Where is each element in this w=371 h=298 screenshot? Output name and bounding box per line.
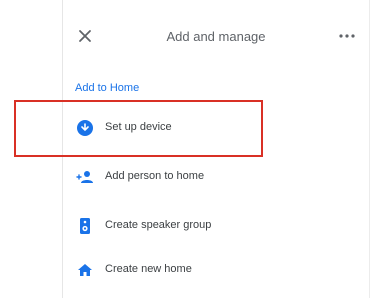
menu-item-label: Set up device bbox=[105, 121, 172, 133]
home-icon bbox=[78, 264, 92, 276]
speaker-group-icon bbox=[80, 218, 90, 234]
panel-header: Add and manage bbox=[63, 0, 369, 74]
more-options-button[interactable] bbox=[335, 26, 359, 46]
add-and-manage-panel: Add and manage Add to Home Set up device… bbox=[62, 0, 370, 298]
more-options-icon bbox=[339, 34, 355, 38]
add-person-icon bbox=[76, 171, 93, 183]
menu-item-create-new-home[interactable]: Create new home bbox=[63, 252, 369, 288]
menu-item-add-person[interactable]: Add person to home bbox=[63, 159, 369, 195]
menu-item-label: Create new home bbox=[105, 263, 192, 275]
menu-item-create-speaker-group[interactable]: Create speaker group bbox=[63, 208, 369, 244]
setup-device-icon bbox=[77, 120, 93, 136]
menu-item-set-up-device[interactable]: Set up device bbox=[63, 110, 369, 146]
section-title-add-to-home: Add to Home bbox=[75, 82, 140, 94]
menu-item-label: Create speaker group bbox=[105, 219, 212, 231]
page-title: Add and manage bbox=[166, 29, 266, 44]
menu-item-label: Add person to home bbox=[105, 170, 205, 182]
